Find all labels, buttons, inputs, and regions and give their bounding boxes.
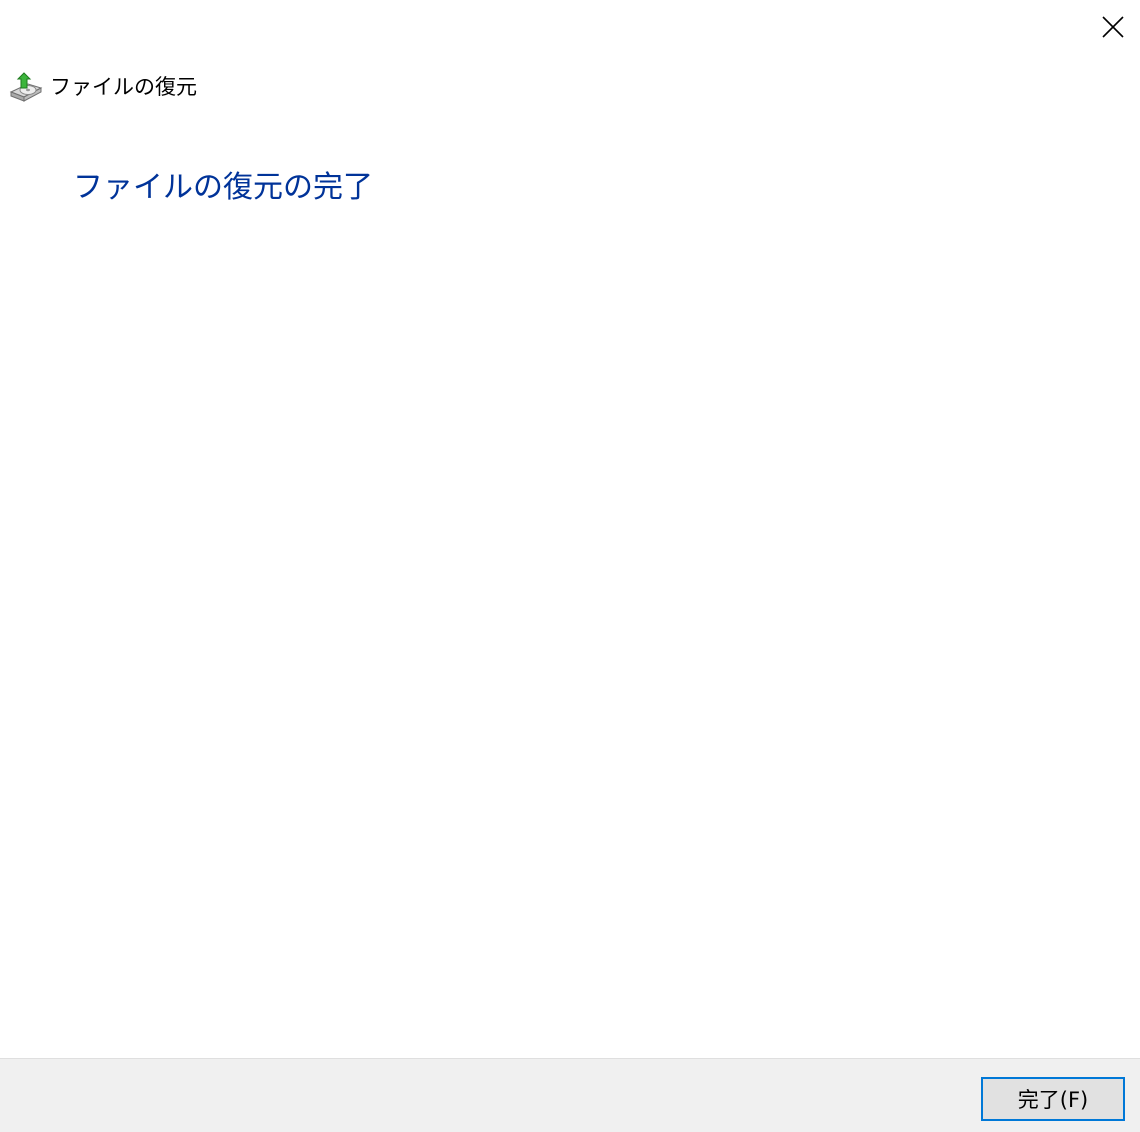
page-heading: ファイルの復元の完了 [73,170,373,205]
dialog-footer: 完了(F) [0,1058,1140,1132]
close-button[interactable] [1090,5,1136,49]
close-icon [1102,16,1124,38]
file-restore-icon [8,70,44,104]
file-restore-dialog: ファイルの復元 ファイルの復元の完了 完了(F) [0,0,1140,1132]
finish-button[interactable]: 完了(F) [981,1077,1125,1121]
dialog-title-bar: ファイルの復元 [8,70,197,104]
dialog-title: ファイルの復元 [50,75,197,99]
